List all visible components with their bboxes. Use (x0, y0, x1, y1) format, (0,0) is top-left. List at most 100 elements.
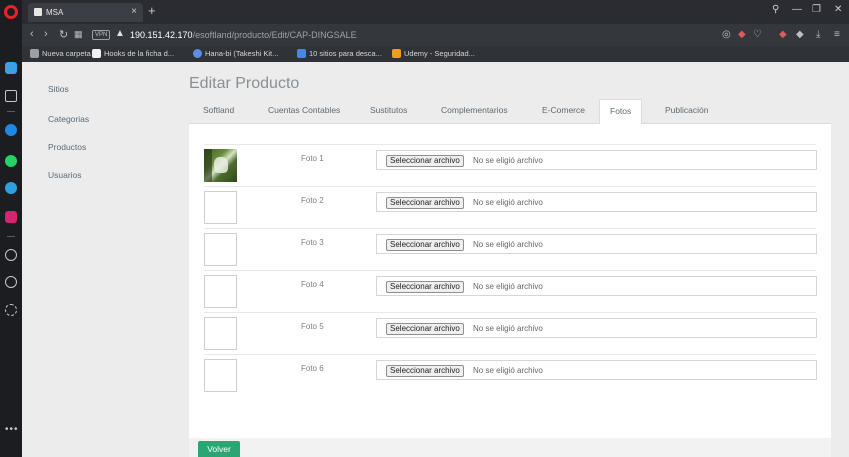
heart-icon[interactable] (5, 249, 17, 261)
file-input: Seleccionar archivo No se eligió archivo (376, 360, 817, 380)
select-file-button[interactable]: Seleccionar archivo (386, 155, 464, 167)
tab-fotos[interactable]: Fotos (599, 99, 643, 125)
nav-item-productos[interactable]: Productos (48, 142, 86, 152)
bookmark-label: Hana-bi (Takeshi Kit... (205, 49, 279, 58)
file-status: No se eligió archivo (473, 240, 543, 249)
back-nav-icon[interactable]: ‹ (30, 28, 34, 40)
tab-e-comerce[interactable]: E-Comerce (542, 105, 585, 115)
row-divider (204, 270, 816, 271)
row-divider (204, 144, 816, 145)
history-icon[interactable] (5, 276, 17, 288)
select-file-button[interactable]: Seleccionar archivo (386, 323, 464, 335)
url-path: /esoftland/producto/Edit/CAP-DINGSALE (192, 30, 357, 40)
more-icon[interactable]: ••• (5, 424, 19, 435)
back-button[interactable]: Volver (198, 441, 240, 457)
nav-item-sitios[interactable]: Sitios (48, 84, 69, 94)
bookmark-item[interactable]: Hana-bi (Takeshi Kit... (193, 49, 278, 58)
row-divider (204, 312, 816, 313)
search-tabs-icon[interactable]: ⚲ (772, 4, 779, 15)
file-input: Seleccionar archivo No se eligió archivo (376, 192, 817, 212)
download-icon[interactable]: ⤓ (816, 29, 820, 40)
nav-item-usuarios[interactable]: Usuarios (48, 170, 82, 180)
bookmark-item[interactable]: Nueva carpeta (30, 49, 91, 58)
bookmark-item[interactable]: Hooks de la ficha d... (92, 49, 174, 58)
select-file-button[interactable]: Seleccionar archivo (386, 281, 464, 293)
workspace-icon[interactable] (5, 62, 17, 74)
photo-label: Foto 2 (301, 196, 324, 205)
select-file-button[interactable]: Seleccionar archivo (386, 197, 464, 209)
photo-label: Foto 3 (301, 238, 324, 247)
file-status: No se eligió archivo (473, 198, 543, 207)
file-input: Seleccionar archivo No se eligió archivo (376, 318, 817, 338)
photo-placeholder (204, 317, 237, 350)
menu-icon[interactable]: ≡ (834, 29, 840, 40)
address-bar: ‹ › ↻ ▦ VPN ▲ 190.151.42.170/esoftland/p… (22, 24, 849, 46)
photo-label: Foto 6 (301, 364, 324, 373)
bookmark-item[interactable]: Udemy - Seguridad... (392, 49, 475, 58)
opera-logo-icon[interactable] (4, 5, 18, 19)
speed-dial-icon[interactable]: ▦ (74, 29, 83, 40)
page-title: Editar Producto (189, 75, 300, 92)
tab-sustitutos[interactable]: Sustitutos (370, 105, 407, 115)
home-icon[interactable] (5, 90, 17, 102)
tab-publicacion[interactable]: Publicación (665, 105, 708, 115)
file-status: No se eligió archivo (473, 156, 543, 165)
telegram-icon[interactable] (5, 182, 17, 194)
sidebar-divider (7, 236, 15, 237)
maximize-icon[interactable]: ❐ (812, 4, 821, 15)
instagram-icon[interactable] (5, 211, 17, 223)
nav-item-categorias[interactable]: Categorias (48, 114, 89, 124)
settings-icon[interactable] (5, 304, 17, 316)
messenger-icon[interactable] (5, 124, 17, 136)
file-status: No se eligió archivo (473, 324, 543, 333)
bookmark-favicon-icon (297, 49, 306, 58)
browser-window: ••• MSA × + ⚲ — ❐ ✕ ‹ › ↻ ▦ VPN ▲ 190.15… (0, 0, 849, 457)
extension-icon[interactable]: ◆ (796, 29, 804, 40)
shield-icon[interactable]: ◆ (738, 29, 746, 40)
photo-placeholder (204, 233, 237, 266)
url-host: 190.151.42.170 (130, 30, 193, 40)
file-input: Seleccionar archivo No se eligió archivo (376, 150, 817, 170)
bookmark-label: Hooks de la ficha d... (104, 49, 175, 58)
tab-softland[interactable]: Softland (203, 105, 234, 115)
vpn-extension-icon[interactable]: ◆ (779, 29, 787, 40)
photo-thumbnail (204, 149, 237, 182)
photo-label: Foto 4 (301, 280, 324, 289)
bookmark-favicon-icon (392, 49, 401, 58)
bookmark-favicon-icon (92, 49, 101, 58)
folder-icon (30, 49, 39, 58)
row-divider (204, 186, 816, 187)
select-file-button[interactable]: Seleccionar archivo (386, 239, 464, 251)
snapshot-icon[interactable]: ◎ (722, 29, 731, 40)
photo-placeholder (204, 191, 237, 224)
bookmark-label: Nueva carpeta (42, 49, 91, 58)
bookmark-item[interactable]: 10 sitios para desca... (297, 49, 382, 58)
photo-placeholder (204, 359, 237, 392)
forward-nav-icon[interactable]: › (44, 28, 48, 40)
photo-label: Foto 1 (301, 154, 324, 163)
url-field[interactable]: 190.151.42.170/esoftland/producto/Edit/C… (130, 30, 357, 40)
bookmark-label: Udemy - Seguridad... (404, 49, 475, 58)
bookmark-label: 10 sitios para desca... (309, 49, 382, 58)
page-content: Sitios Categorias Productos Usuarios Edi… (22, 62, 849, 457)
page-favicon-icon (34, 8, 42, 16)
whatsapp-icon[interactable] (5, 155, 17, 167)
row-divider (204, 228, 816, 229)
not-secure-icon[interactable]: ▲ (115, 28, 125, 39)
opera-sidebar: ••• (0, 0, 22, 457)
tab-complementarios[interactable]: Complementarios (441, 105, 508, 115)
close-window-icon[interactable]: ✕ (834, 4, 842, 15)
photo-placeholder (204, 275, 237, 308)
browser-tab[interactable]: MSA × (28, 3, 143, 22)
new-tab-icon[interactable]: + (148, 3, 156, 18)
tab-close-icon[interactable]: × (131, 6, 137, 17)
vpn-badge[interactable]: VPN (92, 30, 111, 40)
file-status: No se eligió archivo (473, 282, 543, 291)
reload-icon[interactable]: ↻ (59, 28, 68, 41)
photo-label: Foto 5 (301, 322, 324, 331)
bookmark-heart-icon[interactable]: ♡ (753, 29, 762, 40)
tab-cuentas-contables[interactable]: Cuentas Contables (268, 105, 340, 115)
select-file-button[interactable]: Seleccionar archivo (386, 365, 464, 377)
minimize-icon[interactable]: — (792, 4, 802, 15)
sidebar-divider (7, 111, 15, 112)
